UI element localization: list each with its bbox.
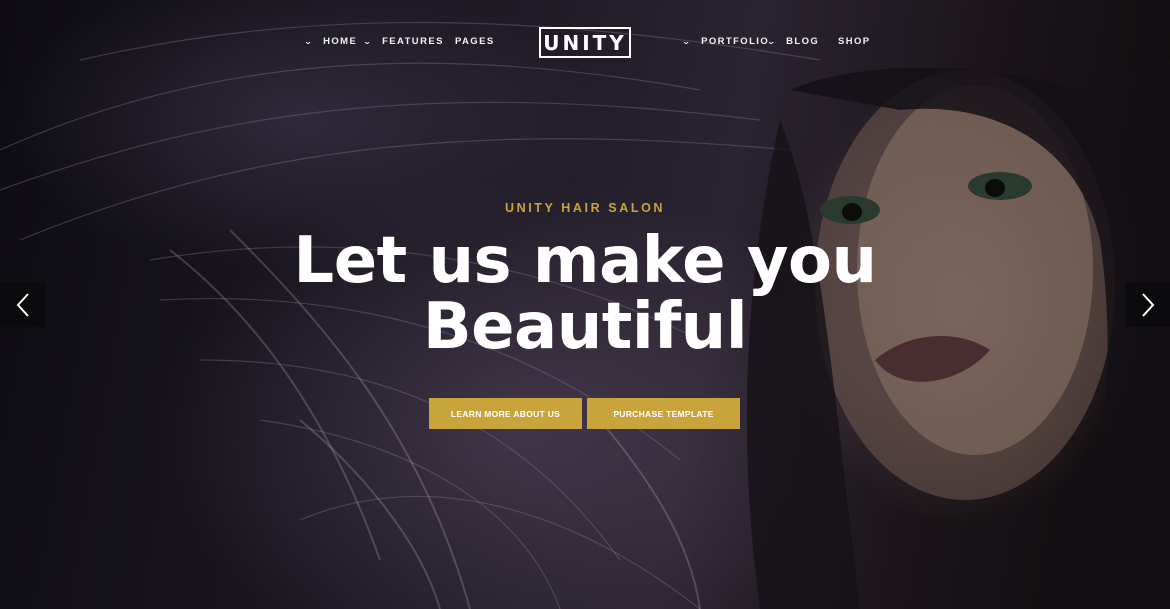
nav-item-label: BLOG	[786, 36, 820, 47]
nav-item-label: PAGES	[455, 36, 495, 47]
nav-item-portfolio[interactable]: ⌄ PORTFOLIO	[681, 36, 770, 47]
chevron-down-icon: ⌄	[766, 37, 778, 46]
chevron-right-icon	[1141, 292, 1154, 317]
nav-item-label: HOME	[323, 36, 358, 47]
purchase-template-button[interactable]: PURCHASE TEMPLATE	[587, 398, 740, 429]
chevron-down-icon: ⌄	[362, 37, 374, 46]
nav-item-blog[interactable]: ⌄ BLOG	[766, 36, 820, 47]
logo-text: UNITY	[543, 30, 627, 55]
hero-headline: Let us make you Beautiful	[0, 228, 1170, 360]
nav-item-label: SHOP	[838, 36, 871, 47]
nav-item-pages[interactable]: PAGES	[455, 36, 495, 47]
nav-item-home[interactable]: ⌄ HOME	[303, 36, 358, 47]
chevron-left-icon	[16, 292, 29, 317]
headline-line-2: Beautiful	[422, 290, 748, 364]
chevron-down-icon: ⌄	[303, 37, 315, 46]
hero-kicker: UNITY HAIR SALON	[504, 201, 666, 215]
chevron-down-icon: ⌄	[681, 37, 693, 46]
nav-item-features[interactable]: ⌄ FEATURES	[362, 36, 444, 47]
slider-next-button[interactable]	[1125, 282, 1170, 327]
headline-line-1: Let us make you	[293, 224, 877, 298]
slider-prev-button[interactable]	[0, 282, 45, 327]
learn-more-button[interactable]: LEARN MORE ABOUT US	[429, 398, 582, 429]
site-logo[interactable]: UNITY	[539, 27, 631, 58]
main-nav: ⌄ HOME ⌄ FEATURES PAGES UNITY ⌄ PORTFOLI…	[0, 0, 1170, 86]
nav-item-label: PORTFOLIO	[701, 36, 770, 47]
nav-item-shop[interactable]: SHOP	[838, 36, 871, 47]
nav-item-label: FEATURES	[382, 36, 444, 47]
